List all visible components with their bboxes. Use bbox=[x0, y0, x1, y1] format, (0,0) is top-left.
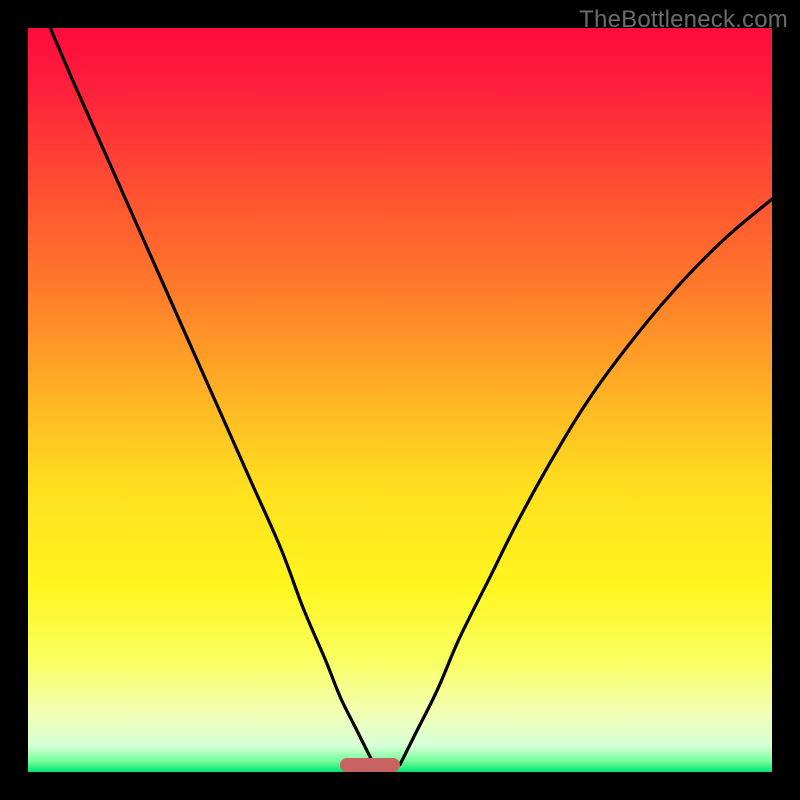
plot-area bbox=[28, 28, 772, 772]
right-curve bbox=[400, 199, 772, 764]
watermark-text: TheBottleneck.com bbox=[579, 6, 788, 34]
curves-layer bbox=[28, 28, 772, 772]
chart-frame: TheBottleneck.com bbox=[0, 0, 800, 800]
left-curve bbox=[50, 28, 374, 765]
minimum-marker bbox=[340, 758, 400, 772]
